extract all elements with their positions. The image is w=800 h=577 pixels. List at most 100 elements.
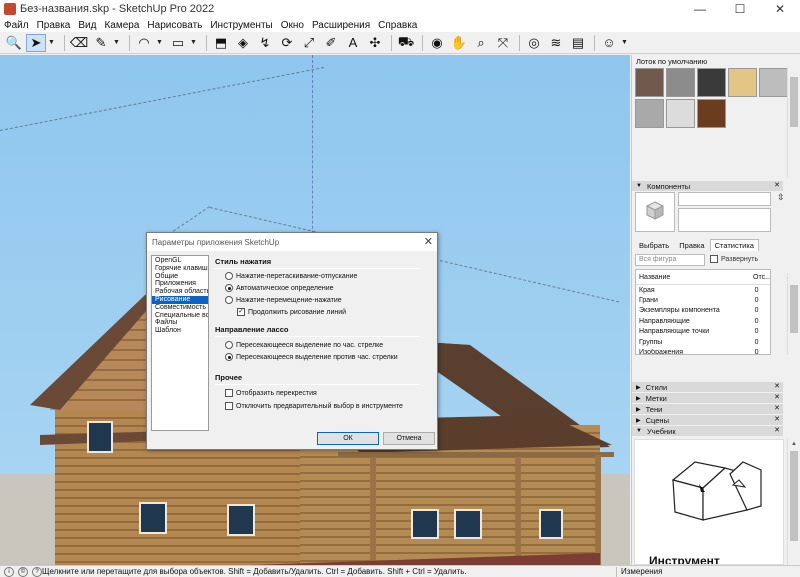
material-swatch[interactable] — [666, 68, 695, 97]
close-panel-icon[interactable]: ✕ — [774, 382, 780, 390]
disable-preselect-checkbox[interactable]: Отключить предварительный выбор в инстру… — [225, 402, 403, 410]
material-swatch[interactable] — [697, 68, 726, 97]
dropdown-arrow-icon[interactable]: ▼ — [190, 34, 198, 52]
text-tool-button[interactable]: A — [343, 34, 363, 52]
click-move-click-radio[interactable]: Нажатие-перемещение-нажатие — [225, 296, 342, 304]
offset-tool-button[interactable]: ◈ — [233, 34, 253, 52]
push-pull-tool-button[interactable]: ⬒ — [211, 34, 231, 52]
components-panel-header[interactable]: ▼ Компоненты ✕ — [632, 181, 783, 191]
menu-edit[interactable]: Правка — [37, 20, 71, 31]
show-crosshairs-checkbox[interactable]: Отобразить перекрестия — [225, 389, 317, 397]
category-item-workspace[interactable]: Рабочая область — [152, 288, 208, 296]
material-swatch[interactable] — [635, 68, 664, 97]
tags-panel-header[interactable]: ▶ Метки ✕ — [632, 393, 783, 403]
auto-detect-radio[interactable]: Автоматическое определение — [225, 284, 334, 292]
minimize-button[interactable]: — — [680, 0, 720, 18]
tutorial-scrollbar[interactable]: ▲ — [787, 439, 799, 565]
zoom-extents-tool-button[interactable]: ⤧ — [493, 34, 513, 52]
category-item-template[interactable]: Шаблон — [152, 327, 208, 335]
close-panel-icon[interactable]: ✕ — [774, 404, 780, 412]
menu-window[interactable]: Окно — [281, 20, 304, 31]
radio-selected-icon[interactable] — [225, 353, 233, 361]
layout-tool-button[interactable]: ▤ — [568, 34, 588, 52]
radio-selected-icon[interactable] — [225, 284, 233, 292]
table-row[interactable]: Направляющие точки 0 — [636, 327, 770, 337]
scale-tool-button[interactable]: ⤢ — [299, 34, 319, 52]
eraser-tool-button[interactable]: ⌫ — [69, 34, 89, 52]
menu-extensions[interactable]: Расширения — [312, 20, 370, 31]
zoom-tool-tool-button[interactable]: ⌕ — [471, 34, 491, 52]
account-tool-button[interactable]: ☺ — [599, 34, 619, 52]
tab-select[interactable]: Выбрать — [634, 239, 674, 251]
material-swatch[interactable] — [759, 68, 788, 97]
extension-warehouse-tool-button[interactable]: ≋ — [546, 34, 566, 52]
lasso-clockwise-radio[interactable]: Пересекающееся выделение по час. стрелке — [225, 341, 383, 349]
scroll-thumb[interactable] — [790, 285, 798, 333]
continue-line-drawing-checkbox[interactable]: ✓ Продолжить рисование линий — [237, 308, 346, 316]
axes-tool-button[interactable]: ✣ — [365, 34, 385, 52]
lasso-counterclockwise-radio[interactable]: Пересекающееся выделение против час. стр… — [225, 353, 398, 361]
select-tool-button[interactable]: ➤ — [26, 33, 46, 52]
dropdown-arrow-icon[interactable]: ▼ — [48, 34, 56, 52]
checkbox-icon[interactable] — [710, 255, 718, 263]
material-swatch[interactable] — [666, 99, 695, 128]
follow-me-tool-button[interactable]: ↯ — [255, 34, 275, 52]
checkmark-icon[interactable]: ✓ — [237, 308, 245, 316]
close-panel-icon[interactable]: ✕ — [774, 181, 780, 189]
radio-icon[interactable] — [225, 341, 233, 349]
tape-measure-tool-button[interactable]: ✐ — [321, 34, 341, 52]
statistics-filter-select[interactable]: Вся фигура — [635, 254, 705, 266]
expand-checkbox[interactable]: Развернуть — [710, 255, 758, 263]
category-item-shortcuts[interactable]: Горячие клавиши — [152, 265, 208, 273]
menu-view[interactable]: Вид — [78, 20, 96, 31]
ok-button[interactable]: ОК — [317, 432, 379, 445]
column-name[interactable]: Название — [636, 274, 750, 281]
pan-tool-button[interactable]: ✋ — [449, 34, 469, 52]
cancel-button[interactable]: Отмена — [383, 432, 435, 445]
credits-icon[interactable]: © — [18, 566, 28, 577]
close-panel-icon[interactable]: ✕ — [774, 393, 780, 401]
category-item-compatibility[interactable]: Совместимость — [152, 304, 208, 312]
menu-file[interactable]: Файл — [4, 20, 29, 31]
styles-panel-header[interactable]: ▶ Стили ✕ — [632, 382, 783, 392]
checkbox-icon[interactable] — [225, 402, 233, 410]
table-row[interactable]: Изображения 0 — [636, 347, 770, 354]
menu-draw[interactable]: Нарисовать — [147, 20, 202, 31]
scenes-panel-header[interactable]: ▶ Сцены ✕ — [632, 415, 783, 425]
category-item-files[interactable]: Файлы — [152, 319, 208, 327]
scroll-thumb[interactable] — [790, 451, 798, 541]
category-item-general[interactable]: Общие — [152, 273, 208, 281]
close-panel-icon[interactable]: ✕ — [774, 426, 780, 434]
material-swatch[interactable] — [635, 99, 664, 128]
table-row[interactable]: Грани 0 — [636, 295, 770, 305]
statistics-scrollbar[interactable] — [787, 273, 799, 355]
paint-bucket-tool-button[interactable]: ⛟ — [396, 34, 416, 52]
click-drag-release-radio[interactable]: Нажатие-перетаскивание-отпускание — [225, 272, 357, 280]
radio-icon[interactable] — [225, 296, 233, 304]
materials-scrollbar[interactable] — [787, 67, 799, 177]
shape-tool-button[interactable]: ▭ — [168, 34, 188, 52]
table-row[interactable]: Экземпляры компонента 0 — [636, 306, 770, 316]
scroll-up-icon[interactable]: ▲ — [790, 441, 798, 449]
dropdown-arrow-icon[interactable]: ▼ — [621, 34, 629, 52]
close-panel-icon[interactable]: ✕ — [774, 415, 780, 423]
dropdown-arrow-icon[interactable]: ▼ — [113, 34, 121, 52]
dialog-close-button[interactable]: ✕ — [424, 235, 433, 248]
tutorial-panel-header[interactable]: ▼ Учебник ✕ — [632, 426, 783, 436]
dropdown-arrow-icon[interactable]: ▼ — [156, 34, 164, 52]
radio-icon[interactable] — [225, 272, 233, 280]
details-icon[interactable]: ⇳ — [777, 192, 785, 203]
arc-tool-button[interactable]: ◠ — [134, 34, 154, 52]
warehouse-tool-button[interactable]: ◎ — [524, 34, 544, 52]
material-swatch[interactable] — [697, 99, 726, 128]
table-row[interactable]: Края 0 — [636, 285, 770, 295]
tab-edit[interactable]: Правка — [674, 239, 709, 251]
close-button[interactable]: ✕ — [760, 0, 800, 18]
menu-tools[interactable]: Инструменты — [210, 20, 272, 31]
orbit-tool-button[interactable]: ◉ — [427, 34, 447, 52]
table-row[interactable]: Направляющие 0 — [636, 316, 770, 326]
column-count[interactable]: Отс... — [750, 274, 770, 281]
material-swatch[interactable] — [728, 68, 757, 97]
category-item-drawing[interactable]: Рисование — [152, 295, 208, 304]
scroll-thumb[interactable] — [790, 77, 798, 127]
